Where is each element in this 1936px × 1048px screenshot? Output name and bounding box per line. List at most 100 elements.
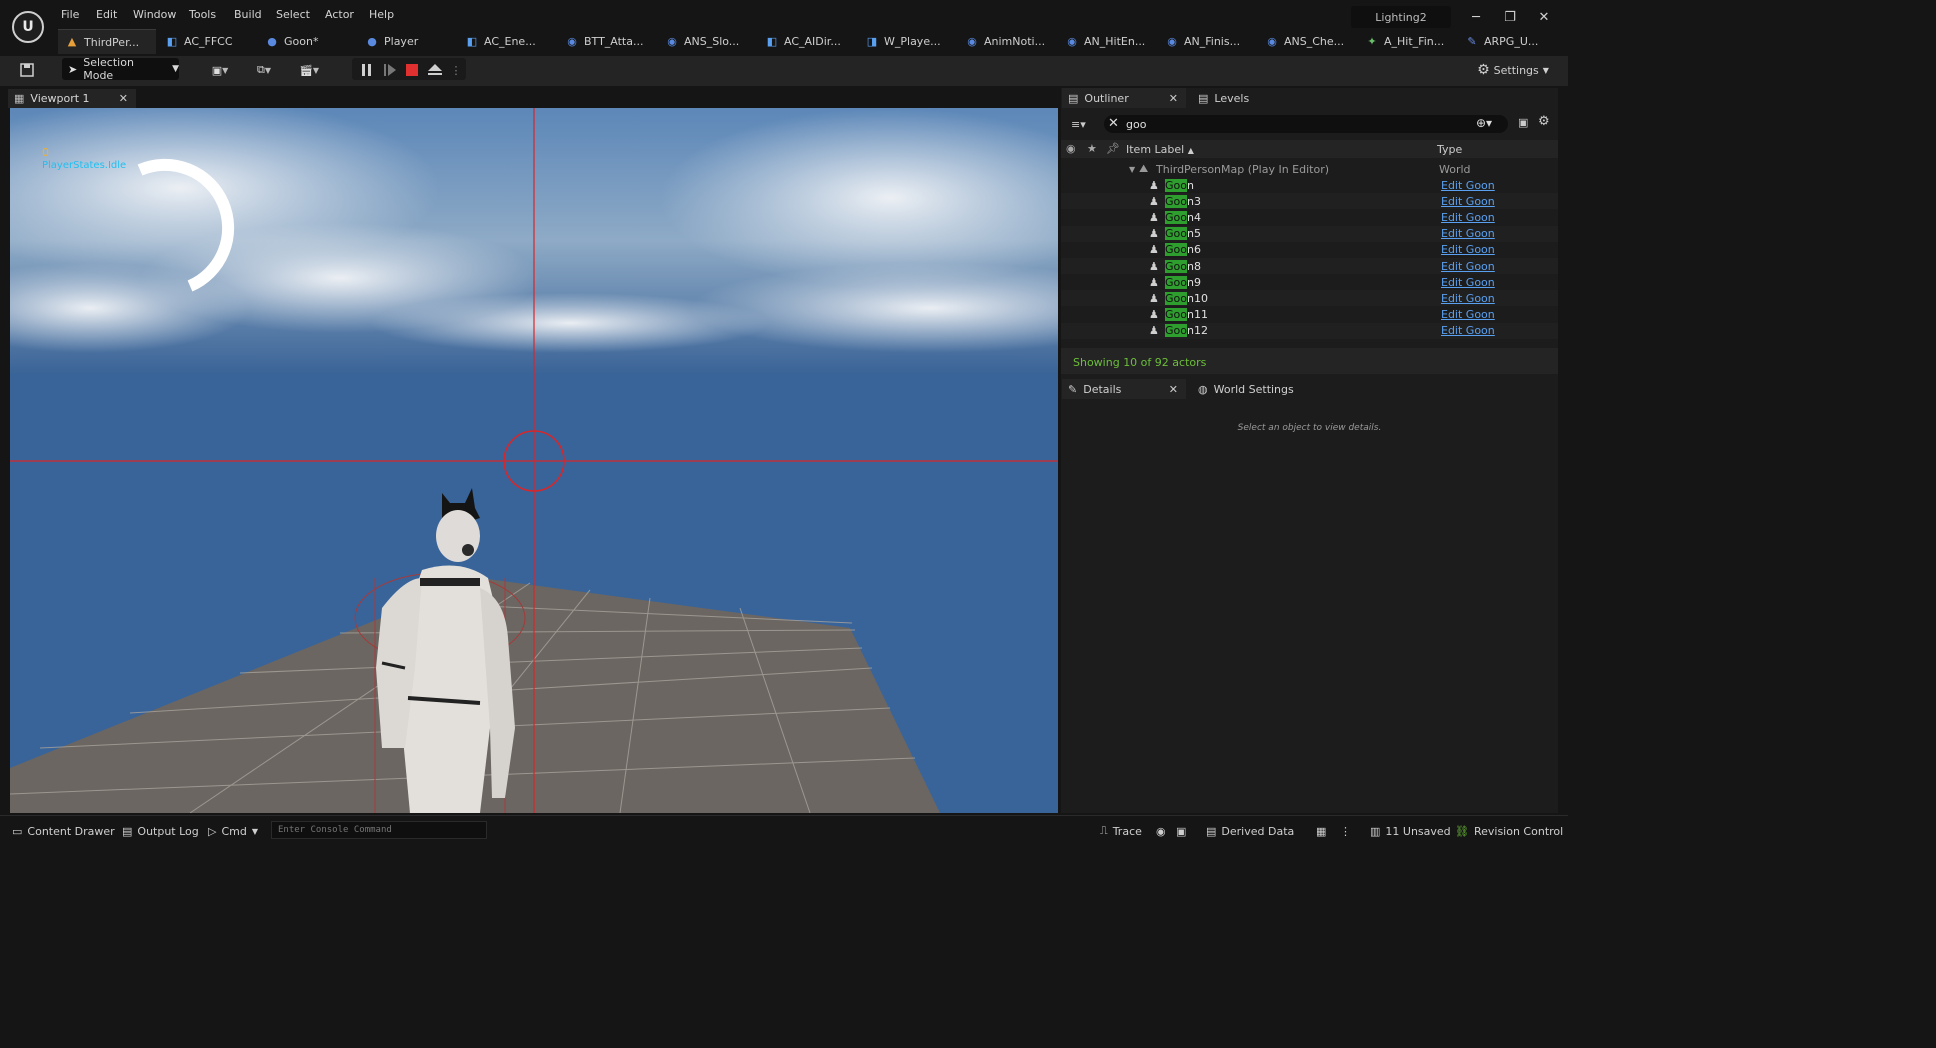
unsaved-button[interactable]: ▥ 11 Unsaved <box>1370 822 1451 840</box>
actor-label: Goon10 <box>1165 291 1208 305</box>
tab-label: ANS_Slo... <box>684 35 740 48</box>
actor-pawn-icon: ♟ <box>1149 259 1159 273</box>
network-status-icon[interactable]: ▦ <box>1316 822 1326 840</box>
new-folder-icon[interactable]: ▣ <box>1518 116 1528 129</box>
details-tab[interactable]: ✎ Details ✕ <box>1062 379 1186 399</box>
tab-a-hit-fin[interactable]: ✦ A_Hit_Fin... <box>1358 29 1456 54</box>
edit-goon-link[interactable]: Edit Goon <box>1441 227 1495 240</box>
outliner-row[interactable]: ♟ Goon3 Edit Goon <box>1061 193 1558 210</box>
restore-icon[interactable]: ❐ <box>1500 10 1520 28</box>
clear-search-icon[interactable]: ✕ <box>1108 116 1119 131</box>
outliner-row[interactable]: ♟ Goon12 Edit Goon <box>1061 322 1558 339</box>
console-command-input[interactable] <box>271 821 487 839</box>
tab-ac-ffcc[interactable]: ◧ AC_FFCC <box>158 29 256 54</box>
outliner-tab[interactable]: ▤ Outliner ✕ <box>1062 88 1186 108</box>
tab-ac-ene[interactable]: ◧ AC_Ene... <box>458 29 556 54</box>
outliner-settings-gear-icon[interactable]: ⚙ <box>1538 114 1550 129</box>
add-filter-icon[interactable]: ⊕▾ <box>1476 116 1492 130</box>
actor-pawn-icon: ♟ <box>1149 178 1159 192</box>
more-options-icon[interactable]: ⋮ <box>450 58 462 82</box>
close-window-icon[interactable]: ✕ <box>1534 10 1554 28</box>
output-log-button[interactable]: ▤ Output Log <box>122 822 199 840</box>
outliner-row[interactable]: ♟ Goon Edit Goon <box>1061 177 1558 193</box>
unreal-logo-icon[interactable]: U <box>12 11 44 43</box>
widget-icon: ◨ <box>866 34 878 48</box>
item-label-column-header[interactable]: Item Label ▲ <box>1126 143 1194 156</box>
menu-select[interactable]: Select <box>276 8 310 24</box>
edit-goon-link[interactable]: Edit Goon <box>1441 211 1495 224</box>
edit-goon-link[interactable]: Edit Goon <box>1441 292 1495 305</box>
cinematics-button[interactable]: 🎬︎ ▼ <box>292 58 326 82</box>
outliner-row[interactable]: ♟ Goon8 Edit Goon <box>1061 258 1558 274</box>
tab-w-playe[interactable]: ◨ W_Playe... <box>858 29 956 54</box>
levels-tab[interactable]: ▤ Levels <box>1192 88 1292 108</box>
tab-ac-aidir[interactable]: ◧ AC_AIDir... <box>758 29 856 54</box>
derived-data-button[interactable]: ▤ Derived Data <box>1206 822 1294 840</box>
add-actor-button[interactable]: ▣ ▼ <box>203 58 237 82</box>
world-settings-tab[interactable]: ◍ World Settings <box>1192 379 1312 399</box>
outliner-row[interactable]: ♟ Goon5 Edit Goon <box>1061 225 1558 242</box>
outliner-row[interactable]: ♟ Goon9 Edit Goon <box>1061 274 1558 291</box>
edit-goon-link[interactable]: Edit Goon <box>1441 179 1495 192</box>
outliner-row[interactable]: ♟ Goon10 Edit Goon <box>1061 290 1558 307</box>
more-options-icon[interactable]: ⋮ <box>1340 822 1351 840</box>
pause-icon[interactable] <box>358 58 376 82</box>
tab-goon[interactable]: ● Goon* <box>258 29 356 54</box>
menu-help[interactable]: Help <box>369 8 394 24</box>
edit-goon-link[interactable]: Edit Goon <box>1441 195 1495 208</box>
tab-arpg-u[interactable]: ✎ ARPG_U... <box>1458 29 1556 54</box>
clapperboard-icon: 🎬︎ <box>298 63 313 77</box>
edit-goon-link[interactable]: Edit Goon <box>1441 324 1495 337</box>
outliner-search-input[interactable]: goo <box>1104 115 1508 133</box>
tab-thirdperson[interactable]: ▲ ThirdPer... <box>58 29 156 54</box>
tab-an-hiten[interactable]: ◉ AN_HitEn... <box>1058 29 1156 54</box>
selection-mode-dropdown[interactable]: ➤ Selection Mode ▼ <box>62 56 179 82</box>
settings-button[interactable]: ⚙ Settings ▼ <box>1476 58 1550 82</box>
pin-icon[interactable]: 📌︎ <box>1106 142 1120 155</box>
collapse-arrow-icon[interactable]: ▼ <box>1129 165 1135 174</box>
save-icon[interactable] <box>16 58 38 82</box>
stop-icon[interactable] <box>403 58 421 82</box>
close-tab-icon[interactable]: ✕ <box>1169 383 1178 396</box>
tab-animnoti[interactable]: ◉ AnimNoti... <box>958 29 1056 54</box>
tab-ans-slo[interactable]: ◉ ANS_Slo... <box>658 29 756 54</box>
screenshot-icon[interactable]: ▣ <box>1176 822 1186 840</box>
close-tab-icon[interactable]: ✕ <box>119 92 128 105</box>
level-viewport[interactable]: 0 PlayerStates.Idle <box>10 108 1058 813</box>
step-frame-icon[interactable] <box>381 58 399 82</box>
tab-an-finis[interactable]: ◉ AN_Finis... <box>1158 29 1256 54</box>
record-icon[interactable]: ◉ <box>1156 822 1166 840</box>
cmd-dropdown[interactable]: ▷ Cmd ▼ <box>208 822 258 840</box>
edit-goon-link[interactable]: Edit Goon <box>1441 308 1495 321</box>
trace-button[interactable]: ⎍ Trace <box>1100 822 1142 840</box>
world-row[interactable]: ▼ ⛰ ThirdPersonMap (Play In Editor) Worl… <box>1061 161 1558 177</box>
tab-ans-che[interactable]: ◉ ANS_Che... <box>1258 29 1356 54</box>
revision-control-button[interactable]: ⛓ Revision Control <box>1455 822 1563 840</box>
minimize-icon[interactable]: ─ <box>1466 10 1486 28</box>
outliner-row[interactable]: ♟ Goon4 Edit Goon <box>1061 209 1558 226</box>
type-column-header[interactable]: Type <box>1437 143 1462 156</box>
blueprint-menu-button[interactable]: ⧉ ▼ <box>248 58 280 82</box>
filter-icon[interactable]: ≡▾ <box>1071 118 1086 131</box>
menu-edit[interactable]: Edit <box>96 8 117 24</box>
outliner-row[interactable]: ♟ Goon11 Edit Goon <box>1061 306 1558 323</box>
menu-file[interactable]: File <box>61 8 79 24</box>
menu-tools[interactable]: Tools <box>189 8 216 24</box>
favorite-star-icon[interactable]: ★ <box>1087 142 1097 155</box>
visibility-eye-icon[interactable]: ◉ <box>1066 142 1076 155</box>
content-drawer-button[interactable]: ▭ Content Drawer <box>12 822 115 840</box>
tab-player[interactable]: ● Player <box>358 29 456 54</box>
outliner-row[interactable]: ♟ Goon6 Edit Goon <box>1061 241 1558 258</box>
eject-icon[interactable] <box>426 58 444 82</box>
edit-goon-link[interactable]: Edit Goon <box>1441 276 1495 289</box>
edit-goon-link[interactable]: Edit Goon <box>1441 243 1495 256</box>
edit-goon-link[interactable]: Edit Goon <box>1441 260 1495 273</box>
viewport-tab[interactable]: ▦ Viewport 1 ✕ <box>8 89 136 108</box>
tab-btt-atta[interactable]: ◉ BTT_Atta... <box>558 29 656 54</box>
tab-label: AC_Ene... <box>484 35 536 48</box>
menu-actor[interactable]: Actor <box>325 8 354 24</box>
menu-build[interactable]: Build <box>234 8 262 24</box>
menu-window[interactable]: Window <box>133 8 176 24</box>
close-tab-icon[interactable]: ✕ <box>1169 92 1178 105</box>
tab-label: W_Playe... <box>884 35 941 48</box>
